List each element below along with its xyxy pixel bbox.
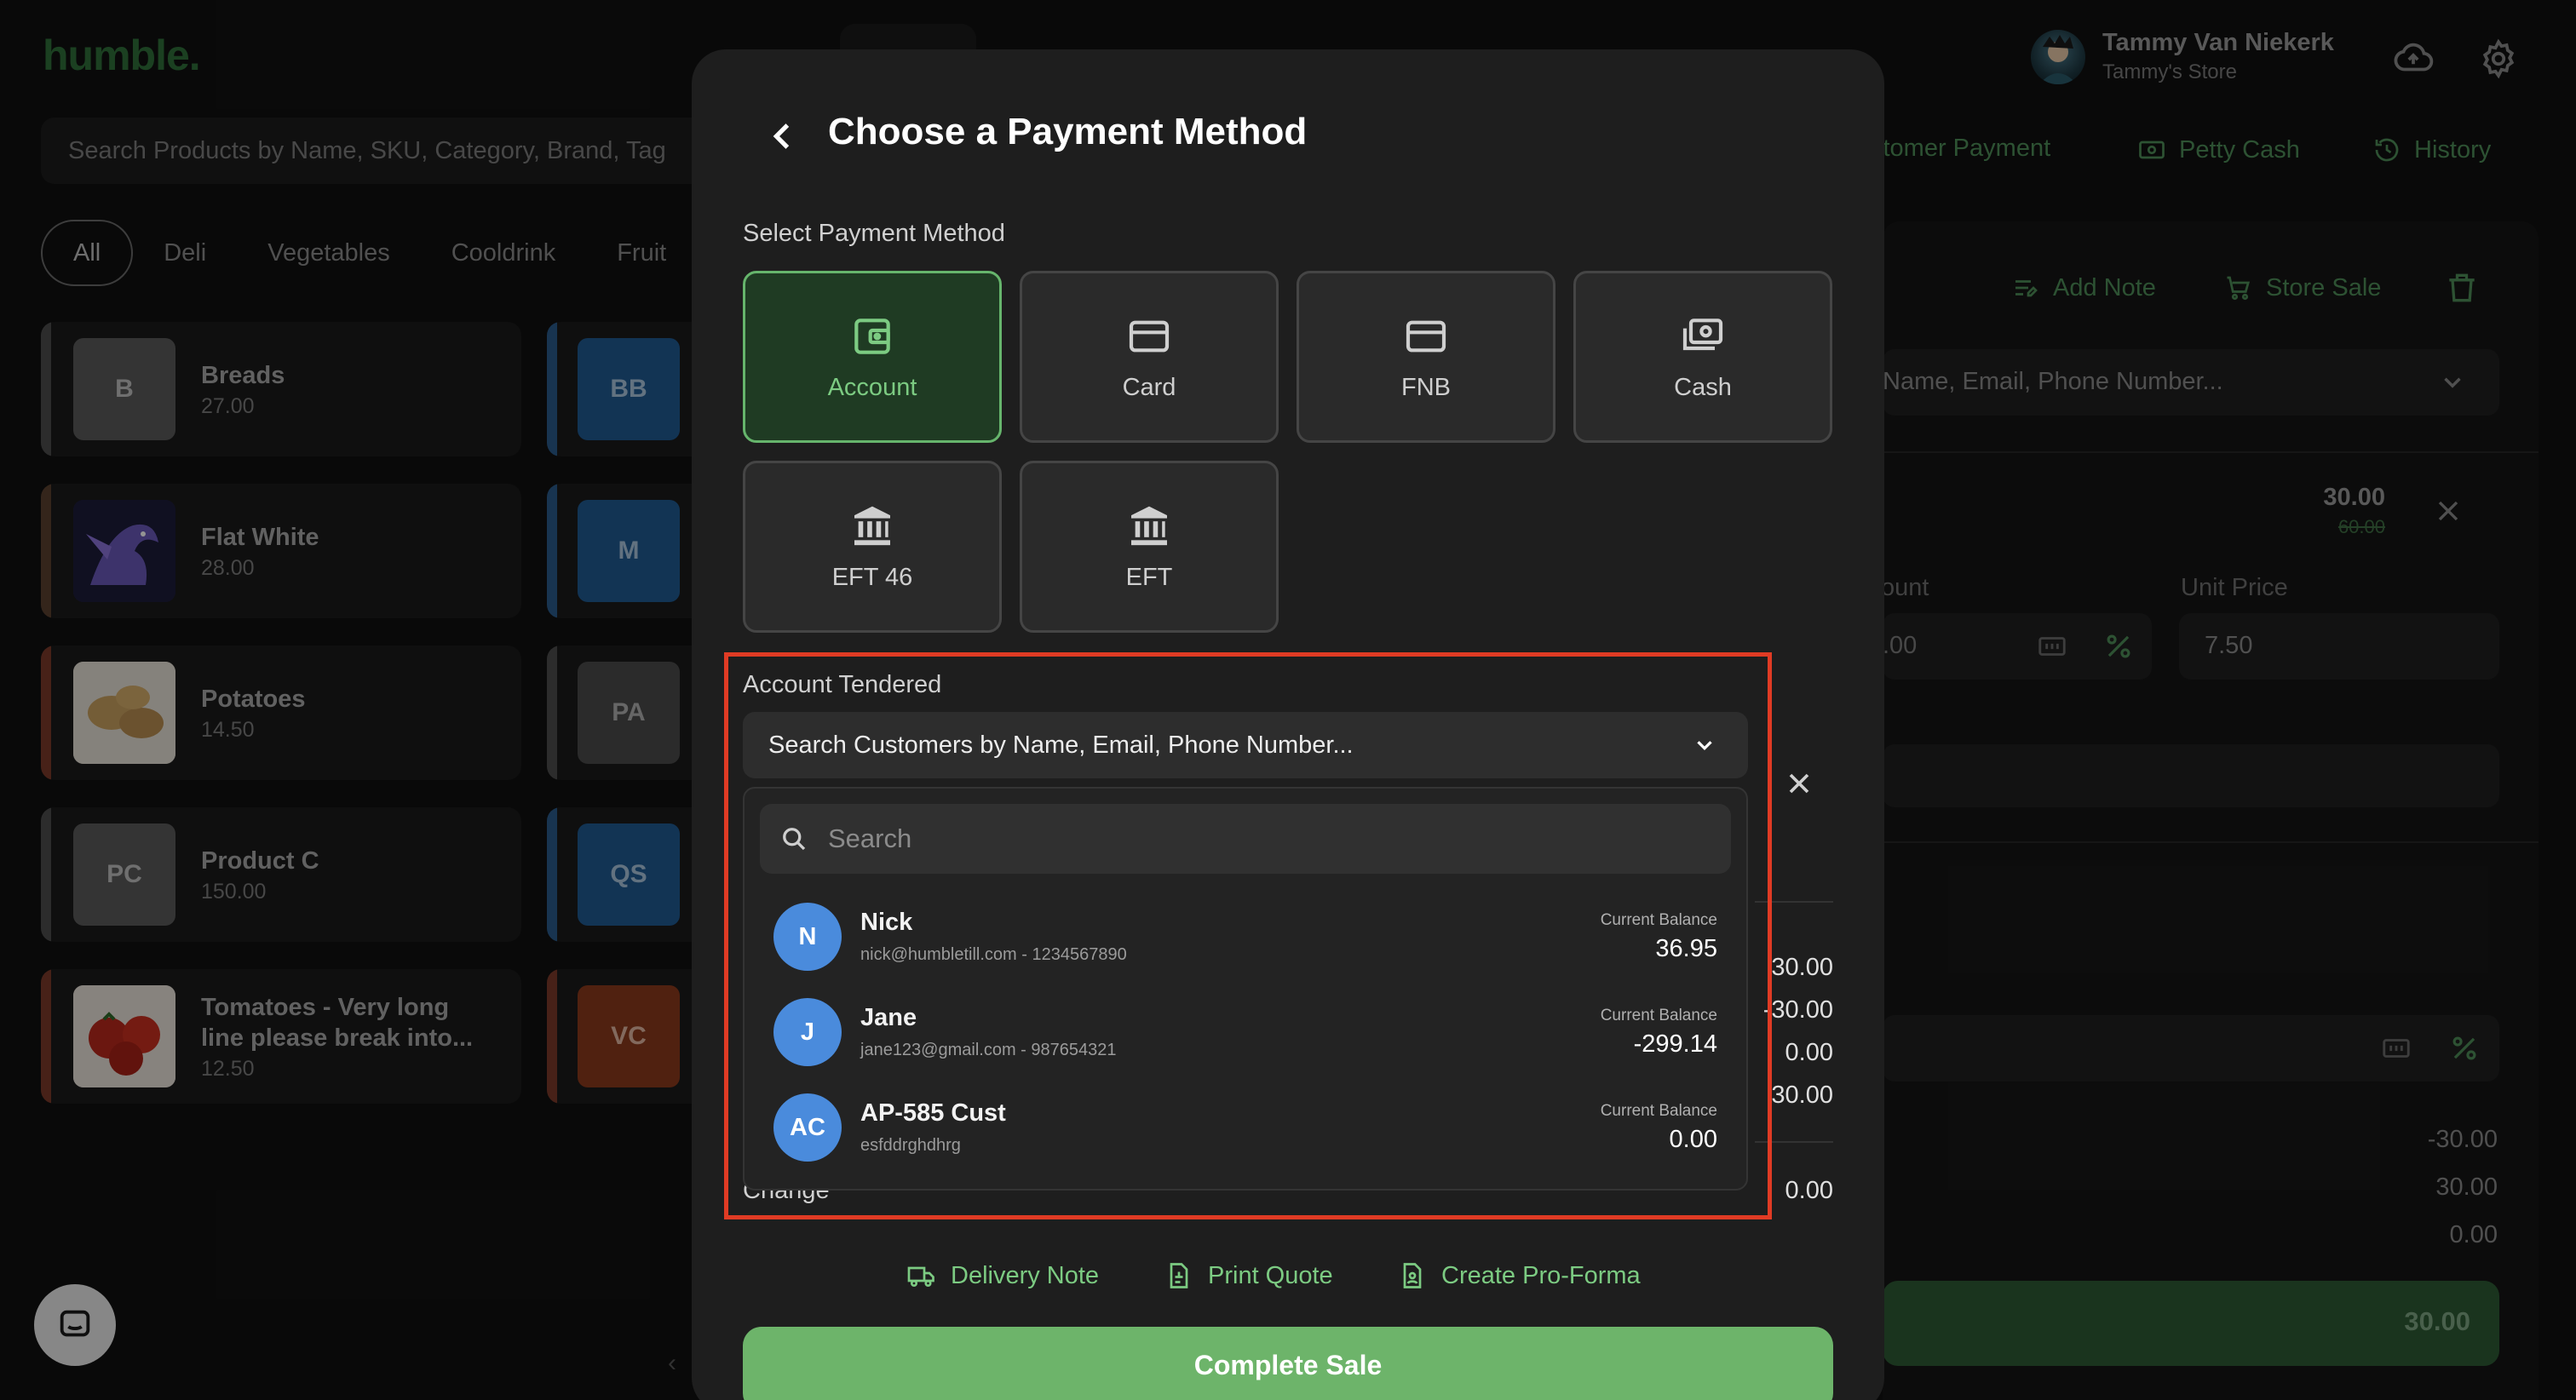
- card-icon: [1402, 313, 1450, 360]
- payment-method-fnb[interactable]: FNB: [1297, 271, 1555, 443]
- close-icon[interactable]: [1782, 766, 1816, 800]
- payment-method-label: Cash: [1674, 373, 1732, 401]
- print-quote-button[interactable]: Print Quote: [1164, 1260, 1333, 1291]
- modal-title: Choose a Payment Method: [828, 111, 1308, 152]
- payment-method-label: EFT: [1125, 563, 1173, 591]
- payment-method-eft[interactable]: EFT: [1020, 461, 1279, 633]
- create-pro-forma-label: Create Pro-Forma: [1441, 1261, 1641, 1289]
- payment-method-eft-46[interactable]: EFT 46: [743, 461, 1002, 633]
- contact-document-icon: [1397, 1260, 1428, 1291]
- complete-sale-button[interactable]: Complete Sale: [743, 1327, 1833, 1400]
- cash-icon: [1679, 313, 1727, 360]
- highlight-annotation-box: [724, 652, 1772, 1219]
- document-icon: [1164, 1260, 1194, 1291]
- payment-method-account[interactable]: Account: [743, 271, 1002, 443]
- payment-method-label: Account: [827, 373, 917, 401]
- print-quote-label: Print Quote: [1208, 1261, 1333, 1289]
- bank-icon: [848, 502, 896, 550]
- delivery-note-label: Delivery Note: [951, 1261, 1100, 1289]
- payment-method-cash[interactable]: Cash: [1573, 271, 1832, 443]
- payment-method-card[interactable]: Card: [1020, 271, 1279, 443]
- bank-icon: [1125, 502, 1173, 550]
- truck-icon: [906, 1260, 937, 1291]
- create-pro-forma-button[interactable]: Create Pro-Forma: [1397, 1260, 1641, 1291]
- payment-method-label: EFT 46: [831, 563, 913, 591]
- back-arrow-icon[interactable]: [762, 114, 806, 158]
- card-icon: [1125, 313, 1173, 360]
- wallet-icon: [848, 313, 896, 360]
- payment-method-label: FNB: [1401, 373, 1451, 401]
- payment-method-label: Card: [1122, 373, 1176, 401]
- delivery-note-button[interactable]: Delivery Note: [906, 1260, 1099, 1291]
- select-payment-method-label: Select Payment Method: [743, 220, 1005, 247]
